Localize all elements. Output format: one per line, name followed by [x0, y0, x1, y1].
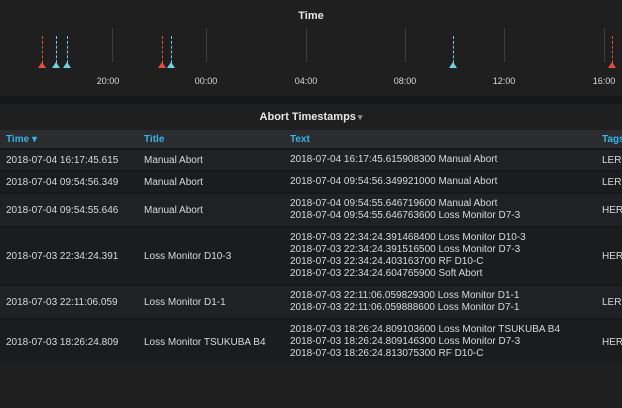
gridline — [206, 28, 207, 62]
column-header-tags[interactable]: Tags — [596, 130, 622, 149]
column-header-time-label: Time — [6, 133, 30, 145]
column-header-time[interactable]: Time ▾ — [0, 130, 138, 149]
cell-time: 2018-07-04 09:54:55.646 — [0, 192, 138, 227]
table-row[interactable]: 2018-07-04 16:17:45.615 Manual Abort 2018-… — [0, 148, 622, 171]
cell-text-line: 2018-07-03 18:26:24.813075300 RF D10-C — [290, 348, 484, 359]
cell-text-line: 2018-07-03 22:34:24.391468400 Loss Monit… — [290, 232, 526, 243]
cell-title: Loss Monitor D10-3 — [138, 226, 284, 285]
cell-time: 2018-07-04 09:54:56.349 — [0, 170, 138, 193]
cell-title: Manual Abort — [138, 170, 284, 193]
gridline — [405, 28, 406, 62]
cell-time: 2018-07-03 22:34:24.391 — [0, 226, 138, 285]
cell-title: Loss Monitor D1-1 — [138, 284, 284, 319]
cell-text-line: 2018-07-04 09:54:56.349921000 Manual Abo… — [290, 176, 498, 187]
gridline — [306, 28, 307, 62]
chevron-down-icon[interactable]: ▾ — [358, 112, 363, 122]
table-body: 2018-07-04 16:17:45.615 Manual Abort 2018-… — [0, 148, 622, 364]
cell-title: Loss Monitor TSUKUBA B4 — [138, 318, 284, 364]
cell-title: Manual Abort — [138, 192, 284, 227]
time-tick-label: 12:00 — [492, 76, 516, 86]
cell-title: Manual Abort — [138, 148, 284, 171]
column-header-title[interactable]: Title — [138, 130, 284, 149]
cell-text-line: 2018-07-03 22:11:06.059888600 Loss Monit… — [290, 302, 520, 313]
table-row[interactable]: 2018-07-03 22:34:24.391 Loss Monitor D10-… — [0, 226, 622, 285]
abort-table-panel: Abort Timestamps ▾ Time ▾ Title Text Tags… — [0, 104, 622, 408]
cell-tags: HER — [596, 318, 622, 364]
cell-text-line: 2018-07-03 22:34:24.391516500 Loss Monit… — [290, 244, 521, 255]
time-tick-label: 08:00 — [393, 76, 417, 86]
cell-text-line: 2018-07-04 09:54:55.646763600 Loss Monit… — [290, 210, 521, 221]
cell-time: 2018-07-04 16:17:45.615 — [0, 148, 138, 171]
cell-text-line: 2018-07-03 18:26:24.809103600 Loss Monit… — [290, 324, 560, 335]
time-tick-label: 04:00 — [294, 76, 318, 86]
cell-tags: LER — [596, 148, 622, 171]
table-row[interactable]: 2018-07-04 09:54:56.349 Manual Abort 2018-… — [0, 170, 622, 193]
gridline — [504, 28, 505, 62]
cell-tags: HER — [596, 192, 622, 227]
annotation-marker-loss[interactable] — [608, 36, 616, 68]
cell-time: 2018-07-03 18:26:24.809 — [0, 318, 138, 364]
cell-text: 2018-07-04 16:17:45.615908300 Manual Abo… — [284, 148, 596, 171]
sort-desc-icon: ▾ — [31, 133, 37, 145]
cell-text-line: 2018-07-04 16:17:45.615908300 Manual Abo… — [290, 154, 498, 165]
table-title-label: Abort Timestamps — [259, 111, 356, 123]
cell-text-line: 2018-07-03 22:34:24.604765900 Soft Abort — [290, 268, 483, 279]
cell-tags: HER — [596, 226, 622, 285]
timeline-panel: Time 20:00 00:00 04:00 08:00 12:00 16:00 — [0, 0, 622, 96]
annotation-marker-loss[interactable] — [38, 36, 46, 68]
cell-text-line: 2018-07-03 22:11:06.059829300 Loss Monit… — [290, 290, 520, 301]
gridline — [112, 28, 113, 62]
column-header-text[interactable]: Text — [284, 130, 596, 149]
cell-text: 2018-07-03 22:34:24.391468400 Loss Monit… — [284, 226, 596, 285]
annotation-marker-abort[interactable] — [63, 36, 71, 68]
time-tick-label: 20:00 — [96, 76, 120, 86]
timeline-title[interactable]: Time — [0, 0, 622, 22]
table-row[interactable]: 2018-07-03 18:26:24.809 Loss Monitor TSUK… — [0, 318, 622, 364]
gridline — [604, 28, 605, 62]
annotation-marker-abort[interactable] — [167, 36, 175, 68]
cell-text-line: 2018-07-03 18:26:24.809146300 Loss Monit… — [290, 336, 521, 347]
cell-time: 2018-07-03 22:11:06.059 — [0, 284, 138, 319]
cell-tags: LER — [596, 170, 622, 193]
table-row[interactable]: 2018-07-03 22:11:06.059 Loss Monitor D1-1… — [0, 284, 622, 319]
table-row[interactable]: 2018-07-04 09:54:55.646 Manual Abort 2018-… — [0, 192, 622, 227]
table-panel-title[interactable]: Abort Timestamps ▾ — [0, 104, 622, 130]
cell-text: 2018-07-04 09:54:55.646719600 Manual Abo… — [284, 192, 596, 227]
cell-text-line: 2018-07-04 09:54:55.646719600 Manual Abo… — [290, 198, 498, 209]
annotation-marker-abort[interactable] — [52, 36, 60, 68]
annotation-marker-abort[interactable] — [449, 36, 457, 68]
cell-text-line: 2018-07-03 22:34:24.403163700 RF D10-C — [290, 256, 484, 267]
table-header-row: Time ▾ Title Text Tags — [0, 130, 622, 149]
annotation-marker-loss[interactable] — [158, 36, 166, 68]
time-tick-label: 00:00 — [194, 76, 218, 86]
cell-tags: LER — [596, 284, 622, 319]
time-tick-label: 16:00 — [592, 76, 616, 86]
cell-text: 2018-07-03 22:11:06.059829300 Loss Monit… — [284, 284, 596, 319]
abort-table: Time ▾ Title Text Tags 2018-07-04 16:17:… — [0, 130, 622, 364]
cell-text: 2018-07-04 09:54:56.349921000 Manual Abo… — [284, 170, 596, 193]
cell-text: 2018-07-03 18:26:24.809103600 Loss Monit… — [284, 318, 596, 364]
